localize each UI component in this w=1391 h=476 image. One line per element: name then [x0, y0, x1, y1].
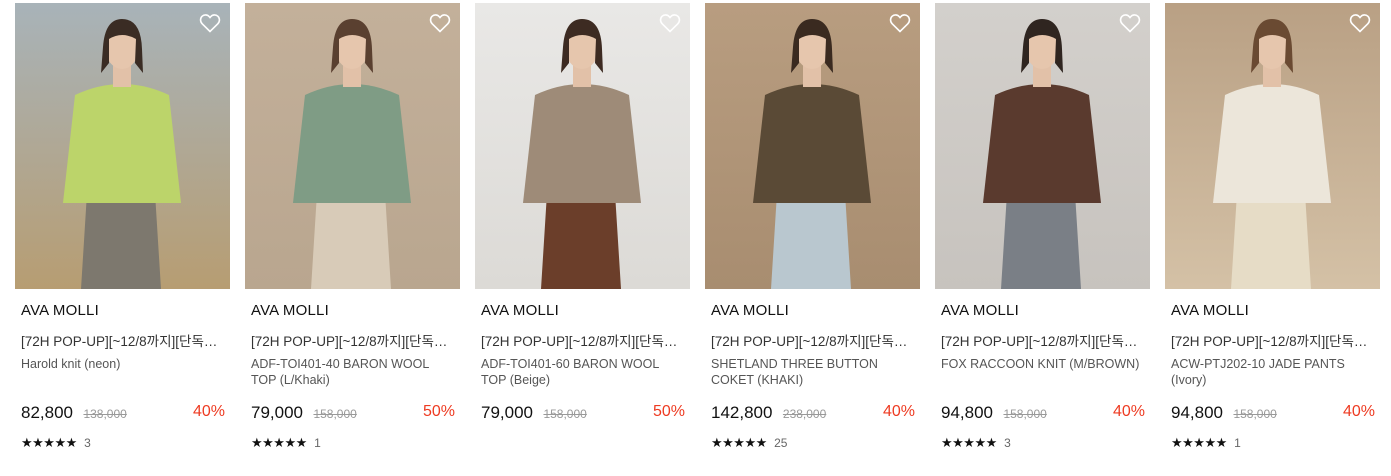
sale-price: 142,800 — [711, 403, 773, 422]
product-grid: AVA MOLLI [72H POP-UP][~12/8까지][단독… Haro… — [0, 0, 1391, 476]
product-card[interactable]: AVA MOLLI [72H POP-UP][~12/8까지][단독… ADF-… — [245, 0, 460, 476]
product-promo[interactable]: [72H POP-UP][~12/8까지][단독… — [481, 333, 687, 351]
product-promo[interactable]: [72H POP-UP][~12/8까지][단독… — [1171, 333, 1377, 351]
price-row: 94,800 158,000 40% — [941, 403, 1145, 425]
price-row: 142,800 238,000 40% — [711, 403, 915, 425]
brand-name[interactable]: AVA MOLLI — [941, 300, 1147, 322]
price-row: 94,800 158,000 40% — [1171, 403, 1375, 425]
product-image[interactable] — [935, 3, 1150, 289]
product-photo — [245, 3, 460, 289]
review-count: 1 — [1234, 435, 1241, 450]
sale-price: 79,000 — [481, 403, 533, 422]
wishlist-heart-icon[interactable] — [1118, 11, 1142, 35]
product-promo[interactable]: [72H POP-UP][~12/8까지][단독… — [711, 333, 917, 351]
wishlist-heart-icon[interactable] — [1348, 11, 1372, 35]
product-card[interactable]: AVA MOLLI [72H POP-UP][~12/8까지][단독… Haro… — [15, 0, 230, 476]
star-icon: ★★★★★ — [941, 434, 997, 450]
rating: ★★★★★ 1 — [251, 434, 321, 450]
rating: ★★★★★ 25 — [711, 434, 788, 450]
sale-price: 79,000 — [251, 403, 303, 422]
original-price: 238,000 — [782, 407, 827, 421]
wishlist-heart-icon[interactable] — [658, 11, 682, 35]
rating: ★★★★★ 1 — [1171, 434, 1241, 450]
brand-name[interactable]: AVA MOLLI — [21, 300, 227, 322]
product-card[interactable]: AVA MOLLI [72H POP-UP][~12/8까지][단독… ADF-… — [475, 0, 690, 476]
original-price: 138,000 — [83, 407, 127, 421]
product-name[interactable]: ADF-TOI401-40 BARON WOOL TOP (L/Khaki) — [251, 356, 457, 388]
price-row: 79,000 158,000 50% — [481, 403, 685, 425]
review-count: 1 — [314, 435, 321, 450]
product-card[interactable]: AVA MOLLI [72H POP-UP][~12/8까지][단독… SHET… — [705, 0, 920, 476]
product-name[interactable]: Harold knit (neon) — [21, 356, 227, 388]
star-icon: ★★★★★ — [21, 434, 77, 450]
discount-rate: 50% — [652, 403, 685, 420]
brand-name[interactable]: AVA MOLLI — [481, 300, 687, 322]
product-promo[interactable]: [72H POP-UP][~12/8까지][단독… — [251, 333, 457, 351]
wishlist-heart-icon[interactable] — [428, 11, 452, 35]
product-image[interactable] — [1165, 3, 1380, 289]
brand-name[interactable]: AVA MOLLI — [711, 300, 917, 322]
product-card[interactable]: AVA MOLLI [72H POP-UP][~12/8까지][단독… FOX … — [935, 0, 1150, 476]
discount-rate: 50% — [422, 403, 455, 420]
product-promo[interactable]: [72H POP-UP][~12/8까지][단독… — [21, 333, 227, 351]
product-photo — [15, 3, 230, 289]
star-icon: ★★★★★ — [1171, 434, 1227, 450]
wishlist-heart-icon[interactable] — [198, 11, 222, 35]
brand-name[interactable]: AVA MOLLI — [1171, 300, 1377, 322]
rating: ★★★★★ 3 — [941, 434, 1011, 450]
original-price: 158,000 — [313, 407, 357, 421]
star-icon: ★★★★★ — [251, 434, 307, 450]
wishlist-heart-icon[interactable] — [888, 11, 912, 35]
product-name[interactable]: FOX RACCOON KNIT (M/BROWN) — [941, 356, 1147, 388]
star-icon: ★★★★★ — [711, 434, 767, 450]
product-name[interactable]: ACW-PTJ202-10 JADE PANTS (Ivory) — [1171, 356, 1377, 388]
product-photo — [935, 3, 1150, 289]
rating: ★★★★★ 3 — [21, 434, 91, 450]
product-name[interactable]: ADF-TOI401-60 BARON WOOL TOP (Beige) — [481, 356, 687, 388]
sale-price: 94,800 — [941, 403, 993, 422]
product-image[interactable] — [705, 3, 920, 289]
discount-rate: 40% — [1112, 403, 1145, 420]
product-promo[interactable]: [72H POP-UP][~12/8까지][단독… — [941, 333, 1147, 351]
product-photo — [1165, 3, 1380, 289]
review-count: 3 — [84, 435, 91, 450]
product-image[interactable] — [15, 3, 230, 289]
discount-rate: 40% — [192, 403, 225, 420]
discount-rate: 40% — [1342, 403, 1375, 420]
original-price: 158,000 — [543, 407, 587, 421]
product-card[interactable]: AVA MOLLI [72H POP-UP][~12/8까지][단독… ACW-… — [1165, 0, 1380, 476]
product-name[interactable]: SHETLAND THREE BUTTON COKET (KHAKI) — [711, 356, 917, 388]
price-row: 79,000 158,000 50% — [251, 403, 455, 425]
sale-price: 94,800 — [1171, 403, 1223, 422]
price-row: 82,800 138,000 40% — [21, 403, 225, 425]
brand-name[interactable]: AVA MOLLI — [251, 300, 457, 322]
sale-price: 82,800 — [21, 403, 73, 422]
original-price: 158,000 — [1003, 407, 1047, 421]
discount-rate: 40% — [882, 403, 915, 420]
product-image[interactable] — [245, 3, 460, 289]
product-photo — [475, 3, 690, 289]
product-photo — [705, 3, 920, 289]
original-price: 158,000 — [1233, 407, 1277, 421]
review-count: 25 — [774, 435, 788, 450]
product-image[interactable] — [475, 3, 690, 289]
review-count: 3 — [1004, 435, 1011, 450]
